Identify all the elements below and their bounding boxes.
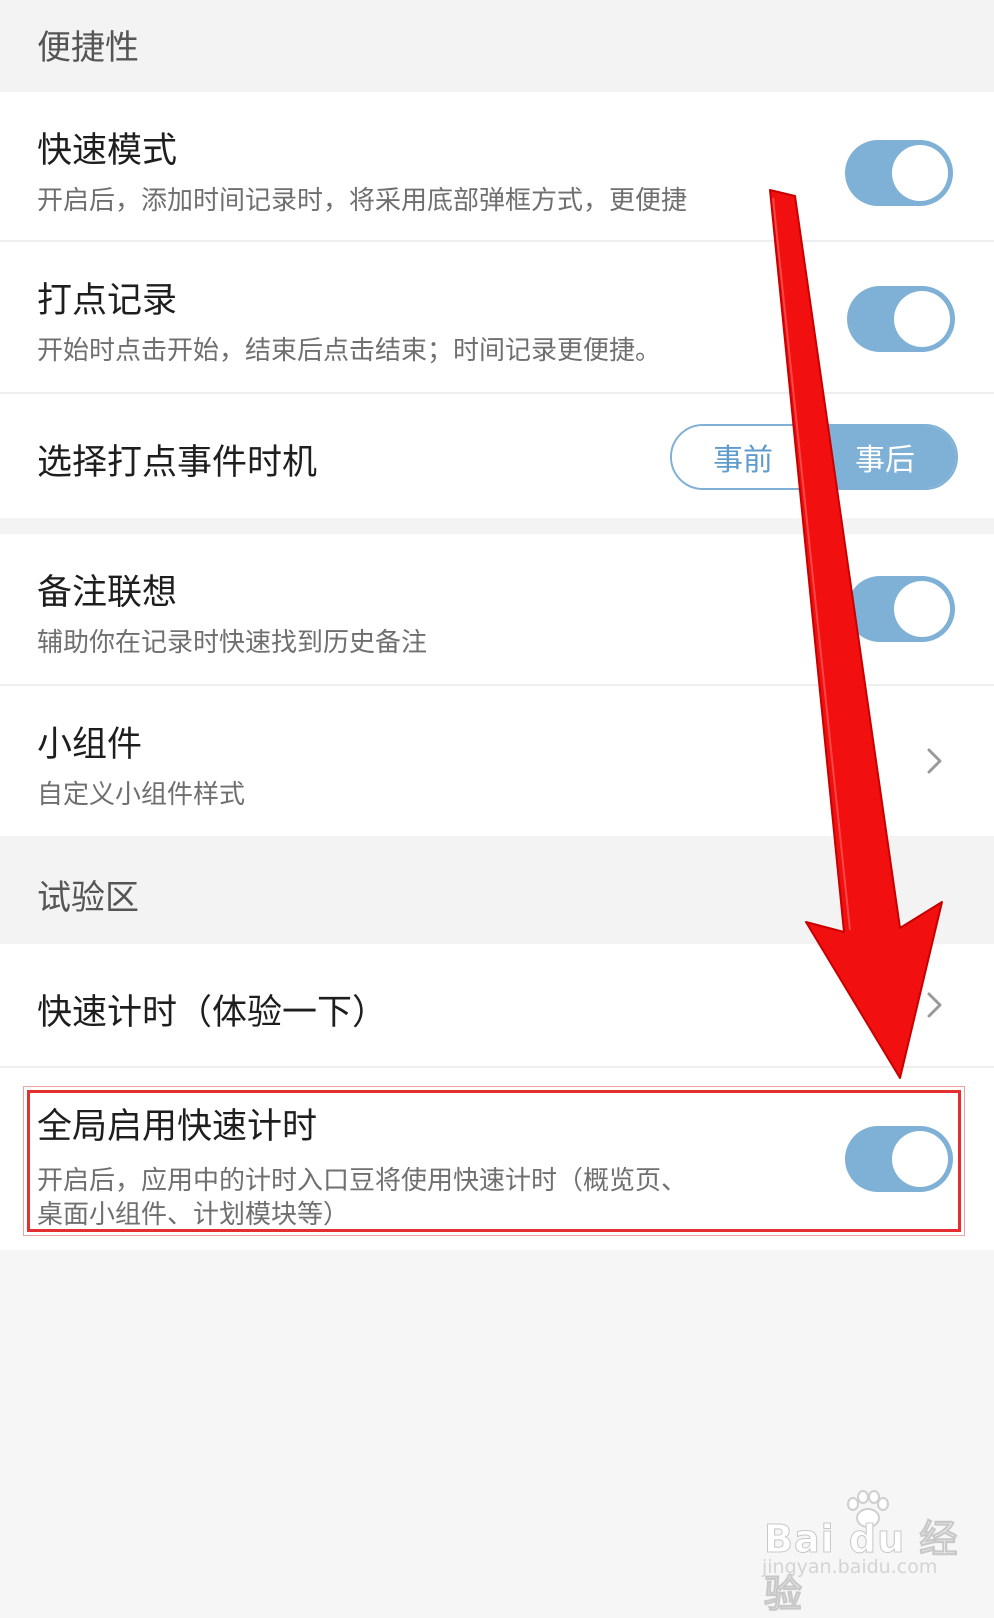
- annotation-highlight-box: [23, 1086, 965, 1236]
- section-header-lab: 试验区: [0, 836, 994, 944]
- setting-description: 自定义小组件样式: [37, 780, 246, 810]
- setting-description: 开始时点击开始，结束后点击结束；时间记录更便捷。: [37, 336, 662, 366]
- dot-record-toggle[interactable]: [847, 286, 955, 352]
- setting-quick-mode[interactable]: 快速模式 开启后，添加时间记录时，将采用底部弹框方式，更便捷: [0, 92, 994, 240]
- setting-title: 快速计时（体验一下）: [37, 993, 388, 1033]
- section-label: 试验区: [37, 878, 139, 918]
- dot-timing-segmented-control[interactable]: 事前 事后: [670, 424, 958, 490]
- setting-title: 选择打点事件时机: [37, 443, 318, 483]
- toggle-knob: [894, 581, 950, 637]
- section-gap: [0, 518, 994, 534]
- quick-mode-toggle[interactable]: [845, 140, 953, 206]
- setting-dot-record[interactable]: 打点记录 开始时点击开始，结束后点击结束；时间记录更便捷。: [0, 242, 994, 392]
- setting-title: 备注联想: [37, 573, 178, 613]
- toggle-knob: [892, 145, 948, 201]
- section-label: 便捷性: [37, 28, 139, 68]
- watermark-sub-text: jingyan.baidu.com: [762, 1556, 938, 1578]
- note-association-toggle[interactable]: [847, 576, 955, 642]
- setting-note-association[interactable]: 备注联想 辅助你在记录时快速找到历史备注: [0, 534, 994, 684]
- dot-timing-option-after[interactable]: 事后: [814, 426, 956, 488]
- dot-timing-option-before[interactable]: 事前: [672, 426, 814, 488]
- setting-description: 辅助你在记录时快速找到历史备注: [37, 628, 428, 658]
- setting-widget[interactable]: 小组件 自定义小组件样式: [0, 686, 994, 836]
- setting-quick-timer-trial[interactable]: 快速计时（体验一下）: [0, 944, 994, 1066]
- setting-description: 开启后，添加时间记录时，将采用底部弹框方式，更便捷: [37, 186, 688, 216]
- setting-title: 快速模式: [37, 131, 178, 171]
- setting-title: 小组件: [37, 725, 143, 765]
- setting-title: 打点记录: [37, 281, 178, 321]
- chevron-right-icon: [927, 748, 942, 774]
- settings-page: 便捷性 快速模式 开启后，添加时间记录时，将采用底部弹框方式，更便捷 打点记录 …: [0, 0, 994, 1617]
- toggle-knob: [894, 291, 950, 347]
- chevron-right-icon: [927, 992, 942, 1018]
- baidu-jingyan-watermark: Bai du 经验 jingyan.baidu.com: [760, 1490, 970, 1617]
- section-header-convenience: 便捷性: [0, 0, 994, 92]
